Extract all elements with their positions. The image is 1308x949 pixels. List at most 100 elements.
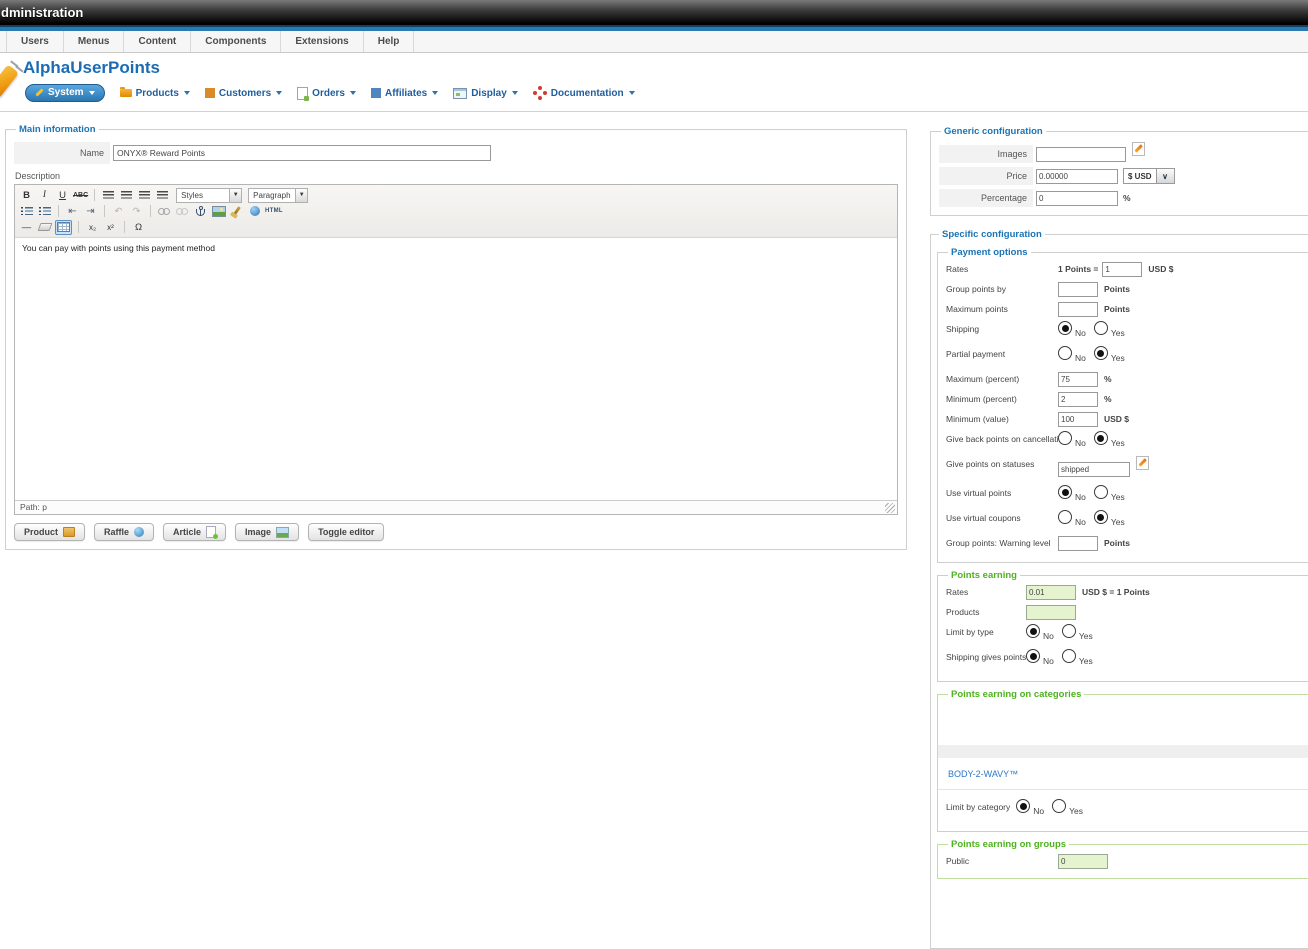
edit-icon[interactable] [1136, 455, 1149, 470]
product-box-icon [63, 527, 76, 537]
images-input[interactable] [1036, 146, 1126, 162]
earning-products-input[interactable] [1026, 605, 1076, 620]
main-information-panel: Main information Name Description B I U … [5, 124, 907, 550]
warning-level-input[interactable] [1058, 536, 1098, 551]
product-button[interactable]: Product [14, 523, 86, 541]
limit-by-category-row: Limit by category No Yes [946, 799, 1308, 824]
minimum-value-input[interactable] [1058, 412, 1098, 427]
bold-icon[interactable]: B [19, 189, 34, 202]
strikethrough-icon[interactable]: ABC [73, 189, 88, 202]
radio-no[interactable] [1026, 624, 1040, 638]
undo-icon[interactable]: ↶ [111, 205, 126, 218]
radio-yes[interactable] [1093, 321, 1108, 335]
image-button[interactable]: Image [235, 523, 300, 541]
radio-yes[interactable] [1093, 431, 1108, 445]
maximum-percent-input[interactable] [1058, 372, 1098, 387]
radio-yes[interactable] [1093, 510, 1108, 524]
menubar-item-users[interactable]: Users [6, 31, 64, 52]
anchor-icon[interactable] [193, 205, 208, 218]
align-left-icon[interactable] [101, 189, 116, 202]
payment-options-panel: Payment options Rates 1 Points = USD $ G… [937, 247, 1308, 563]
menubar-item-content[interactable]: Content [124, 31, 192, 52]
radio-no[interactable] [1058, 346, 1072, 360]
points-earning-groups-panel: Points earning on groups Public [937, 839, 1308, 879]
special-character-icon[interactable]: Ω [131, 221, 146, 234]
resize-handle-icon[interactable] [885, 503, 895, 513]
redo-icon[interactable]: ↷ [129, 205, 144, 218]
points-earning-categories-panel: Points earning on categories BODY-2-WAVY… [937, 689, 1308, 832]
give-back-points-radio-group: No Yes [1058, 431, 1133, 448]
shipping-radio-group: No Yes [1058, 321, 1133, 338]
use-virtual-coupons-row: Use virtual coupons No Yes [946, 510, 1308, 535]
help-icon[interactable] [247, 205, 262, 218]
paragraph-dropdown[interactable]: Paragraph ▼ [248, 187, 309, 203]
pencil-logo-icon [0, 64, 19, 100]
currency-select[interactable]: $ USD ∨ [1123, 168, 1175, 184]
radio-no[interactable] [1058, 321, 1072, 335]
toggle-editor-button[interactable]: Toggle editor [308, 523, 385, 541]
price-label: Price [939, 167, 1033, 185]
horizontal-rule-icon[interactable]: — [19, 221, 34, 234]
statuses-input[interactable] [1058, 462, 1130, 477]
menubar-item-menus[interactable]: Menus [64, 31, 125, 52]
documentation-menu[interactable]: Documentation [533, 86, 635, 100]
category-link[interactable]: BODY-2-WAVY™ [948, 769, 1308, 779]
raffle-button[interactable]: Raffle [94, 523, 155, 541]
price-input[interactable] [1036, 168, 1118, 184]
name-input[interactable] [113, 145, 491, 161]
images-row: Images [939, 142, 1308, 163]
radio-yes[interactable] [1052, 799, 1067, 813]
affiliates-menu[interactable]: Affiliates [370, 88, 439, 99]
orders-menu[interactable]: Orders [297, 86, 356, 101]
outdent-icon[interactable]: ⇤ [65, 205, 80, 218]
ordered-list-icon[interactable] [37, 205, 52, 218]
remove-format-icon[interactable] [37, 221, 52, 234]
minimum-percent-input[interactable] [1058, 392, 1098, 407]
menubar-item-extensions[interactable]: Extensions [281, 31, 364, 52]
display-menu[interactable]: Display [453, 87, 518, 99]
chevron-down-icon [511, 91, 518, 95]
menubar-item-help[interactable]: Help [364, 31, 415, 52]
insert-image-icon[interactable] [211, 205, 226, 218]
radio-no[interactable] [1058, 510, 1072, 524]
superscript-icon[interactable]: x² [103, 221, 118, 234]
radio-no[interactable] [1026, 649, 1040, 663]
unlink-icon[interactable] [175, 205, 190, 218]
link-icon[interactable] [157, 205, 172, 218]
customers-menu[interactable]: Customers [204, 88, 283, 99]
radio-no[interactable] [1058, 485, 1072, 499]
subscript-icon[interactable]: x₂ [85, 221, 100, 234]
align-right-icon[interactable] [137, 189, 152, 202]
article-button[interactable]: Article [163, 523, 227, 541]
radio-no[interactable] [1016, 799, 1031, 813]
percentage-input[interactable] [1036, 190, 1118, 206]
radio-no[interactable] [1058, 431, 1072, 445]
radio-yes[interactable] [1093, 485, 1108, 499]
system-menu-button[interactable]: System [25, 84, 105, 102]
align-justify-icon[interactable] [155, 189, 170, 202]
public-group-input[interactable] [1058, 854, 1108, 869]
italic-icon[interactable]: I [37, 189, 52, 202]
menubar-item-components[interactable]: Components [191, 31, 282, 52]
indent-icon[interactable]: ⇥ [83, 205, 98, 218]
styles-dropdown[interactable]: Styles ▼ [176, 187, 243, 203]
unordered-list-icon[interactable] [19, 205, 34, 218]
radio-yes[interactable] [1061, 624, 1076, 638]
cleanup-icon[interactable] [229, 205, 244, 218]
red-cross-icon [538, 91, 542, 95]
radio-yes[interactable] [1061, 649, 1076, 663]
component-toolbar: System Products Customers Orders Affilia… [25, 84, 635, 102]
align-center-icon[interactable] [119, 189, 134, 202]
products-menu[interactable]: Products [119, 87, 190, 99]
maximum-points-input[interactable] [1058, 302, 1098, 317]
earning-rates-input[interactable] [1026, 585, 1076, 600]
minimum-value-row: Minimum (value) USD $ [946, 411, 1308, 431]
editor-content[interactable]: You can pay with points using this payme… [15, 238, 897, 500]
html-source-icon[interactable]: HTML [265, 205, 283, 218]
group-points-by-input[interactable] [1058, 282, 1098, 297]
table-icon[interactable] [55, 219, 72, 235]
edit-icon[interactable] [1132, 142, 1145, 156]
payment-rates-input[interactable] [1102, 262, 1143, 277]
underline-icon[interactable]: U [55, 189, 70, 202]
radio-yes[interactable] [1093, 346, 1108, 360]
